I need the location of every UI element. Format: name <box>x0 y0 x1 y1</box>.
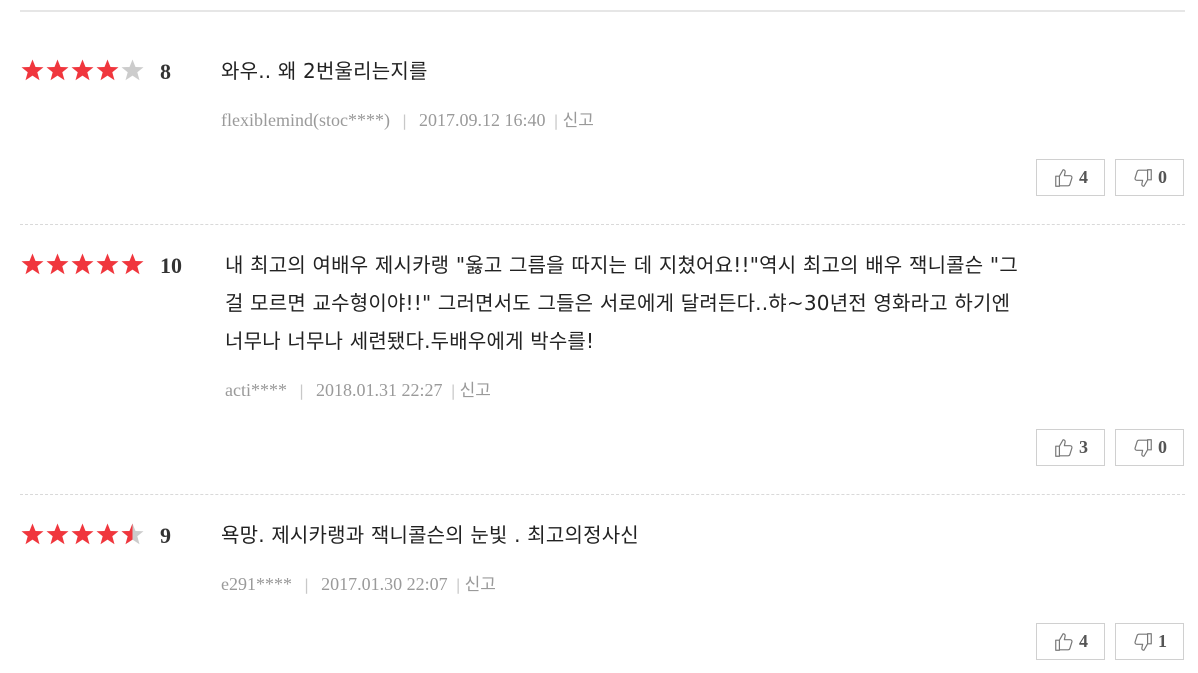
review-meta: e291**** | 2017.01.30 22:07 | 신고 <box>221 572 496 597</box>
like-button[interactable]: 3 <box>1036 429 1105 466</box>
meta-separator: | <box>304 576 310 594</box>
star-rating <box>20 58 145 82</box>
dislike-count: 0 <box>1158 167 1167 187</box>
star-icon <box>21 253 44 275</box>
star-icon <box>96 59 119 81</box>
thumbs-down-icon <box>1134 632 1152 651</box>
dislike-count: 1 <box>1158 631 1167 651</box>
star-icon <box>121 253 144 275</box>
review-author[interactable]: flexiblemind(stoc****) <box>221 110 390 130</box>
star-icon <box>71 253 94 275</box>
dislike-button[interactable]: 0 <box>1115 159 1184 196</box>
review-text-line: 내 최고의 여배우 제시카랭 "옳고 그름을 따지는 데 지쳤어요!!"역시 최… <box>225 253 1018 277</box>
star-icon <box>21 59 44 81</box>
star-rating <box>20 252 145 276</box>
star-empty-icon <box>121 59 144 81</box>
dislike-count: 0 <box>1158 437 1167 457</box>
star-icon <box>96 253 119 275</box>
review-score: 10 <box>160 253 182 278</box>
review-score: 9 <box>160 523 171 548</box>
star-icon <box>21 523 44 545</box>
star-icon <box>71 59 94 81</box>
top-divider <box>20 10 1185 12</box>
star-icon <box>46 253 69 275</box>
star-icon <box>71 523 94 545</box>
review-score: 8 <box>160 59 171 84</box>
thumbs-up-icon <box>1055 438 1073 457</box>
star-icon <box>46 59 69 81</box>
review-text: 와우.. 왜 2번울리는지를 <box>221 59 428 83</box>
meta-separator: | <box>455 576 461 594</box>
like-button[interactable]: 4 <box>1036 159 1105 196</box>
review-divider <box>20 224 1185 225</box>
thumbs-down-icon <box>1134 438 1152 457</box>
like-count: 3 <box>1079 437 1088 457</box>
meta-separator: | <box>450 382 456 400</box>
report-link[interactable]: 신고 <box>460 381 491 401</box>
meta-separator: | <box>298 382 305 400</box>
review-date: 2017.01.30 22:07 <box>321 574 448 594</box>
report-link[interactable]: 신고 <box>563 111 594 131</box>
like-count: 4 <box>1079 631 1088 651</box>
review-author[interactable]: acti**** <box>225 380 287 400</box>
like-count: 4 <box>1079 167 1088 187</box>
star-icon <box>46 523 69 545</box>
review-text: 내 최고의 여배우 제시카랭 "옳고 그름을 따지는 데 지쳤어요!!"역시 최… <box>225 246 1175 360</box>
dislike-button[interactable]: 1 <box>1115 623 1184 660</box>
review-text-line: 걸 모르면 교수형이야!!" 그러면서도 그들은 서로에게 달려든다..햐~30… <box>225 291 1011 315</box>
review-date: 2017.09.12 16:40 <box>419 110 546 130</box>
dislike-button[interactable]: 0 <box>1115 429 1184 466</box>
thumbs-up-icon <box>1055 168 1073 187</box>
like-button[interactable]: 4 <box>1036 623 1105 660</box>
meta-separator: | <box>553 112 559 130</box>
review-date: 2018.01.31 22:27 <box>316 380 443 400</box>
star-rating <box>20 522 145 546</box>
report-link[interactable]: 신고 <box>465 575 496 595</box>
thumbs-up-icon <box>1055 632 1073 651</box>
review-text-line: 너무나 너무나 세련됐다.두배우에게 박수를! <box>225 329 595 353</box>
star-icon <box>96 523 119 545</box>
thumbs-down-icon <box>1134 168 1152 187</box>
star-half-icon <box>121 523 144 545</box>
meta-separator: | <box>401 112 408 130</box>
review-author[interactable]: e291**** <box>221 574 292 594</box>
review-meta: flexiblemind(stoc****) | 2017.09.12 16:40 |… <box>221 108 594 133</box>
review-text: 욕망. 제시카랭과 잭니콜슨의 눈빛 . 최고의정사신 <box>221 523 639 547</box>
review-meta: acti**** | 2018.01.31 22:27 | 신고 <box>225 378 491 403</box>
review-divider <box>20 494 1185 495</box>
